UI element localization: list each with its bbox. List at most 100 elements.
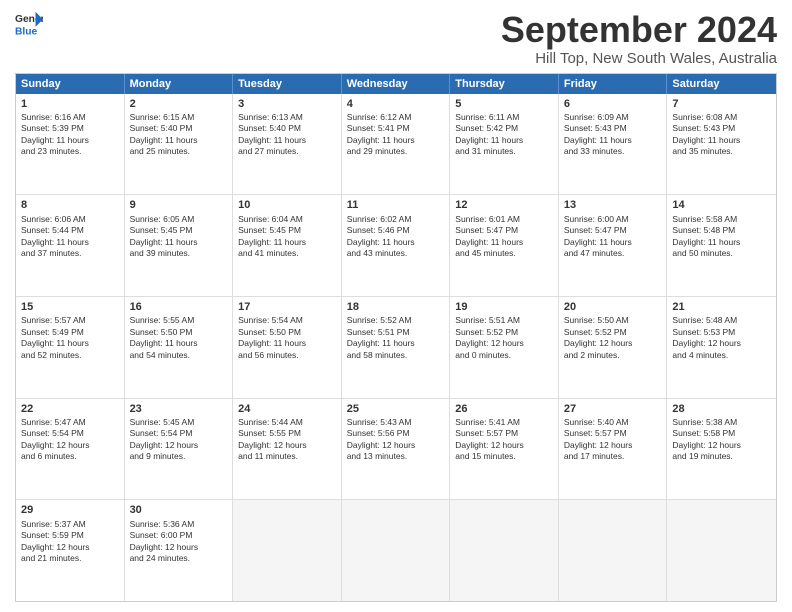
- day-cell-27: 27Sunrise: 5:40 AM Sunset: 5:57 PM Dayli…: [559, 399, 668, 500]
- day-cell-14: 14Sunrise: 5:58 AM Sunset: 5:48 PM Dayli…: [667, 195, 776, 296]
- day-number: 26: [455, 402, 553, 416]
- day-info: Sunrise: 5:52 AM Sunset: 5:51 PM Dayligh…: [347, 315, 445, 361]
- day-number: 18: [347, 300, 445, 314]
- day-cell-19: 19Sunrise: 5:51 AM Sunset: 5:52 PM Dayli…: [450, 297, 559, 398]
- header-cell-monday: Monday: [125, 74, 234, 94]
- day-info: Sunrise: 6:06 AM Sunset: 5:44 PM Dayligh…: [21, 214, 119, 260]
- header-cell-sunday: Sunday: [16, 74, 125, 94]
- page-header: General Blue September 2024 Hill Top, Ne…: [15, 10, 777, 67]
- month-title: September 2024: [501, 10, 777, 50]
- day-cell-4: 4Sunrise: 6:12 AM Sunset: 5:41 PM Daylig…: [342, 94, 451, 195]
- day-cell-8: 8 Sunrise: 6:06 AM Sunset: 5:44 PM Daylig…: [16, 195, 125, 296]
- day-info: Sunrise: 5:40 AM Sunset: 5:57 PM Dayligh…: [564, 417, 662, 463]
- day-number: 7: [672, 97, 771, 111]
- calendar-row-5: 29 Sunrise: 5:37 AM Sunset: 5:59 PM Dayli…: [16, 499, 776, 601]
- day-info: Sunrise: 5:47 AM Sunset: 5:54 PM Dayligh…: [21, 417, 119, 463]
- svg-text:Blue: Blue: [15, 26, 38, 37]
- day-info: Sunrise: 6:00 AM Sunset: 5:47 PM Dayligh…: [564, 214, 662, 260]
- day-number: 4: [347, 97, 445, 111]
- day-cell-13: 13 Sunrise: 6:00 AM Sunset: 5:47 PM Dayli…: [559, 195, 668, 296]
- empty-cell: [667, 500, 776, 601]
- calendar-body: 1Sunrise: 6:16 AM Sunset: 5:39 PM Daylig…: [16, 94, 776, 601]
- day-info: Sunrise: 6:15 AM Sunset: 5:40 PM Dayligh…: [130, 112, 228, 158]
- day-info: Sunrise: 5:41 AM Sunset: 5:57 PM Dayligh…: [455, 417, 553, 463]
- day-info: Sunrise: 5:57 AM Sunset: 5:49 PM Dayligh…: [21, 315, 119, 361]
- calendar-row-1: 1Sunrise: 6:16 AM Sunset: 5:39 PM Daylig…: [16, 94, 776, 195]
- day-cell-24: 24Sunrise: 5:44 AM Sunset: 5:55 PM Dayli…: [233, 399, 342, 500]
- day-number: 5: [455, 97, 553, 111]
- day-cell-23: 23Sunrise: 5:45 AM Sunset: 5:54 PM Dayli…: [125, 399, 234, 500]
- calendar-header: SundayMondayTuesdayWednesdayThursdayFrid…: [16, 74, 776, 94]
- header-cell-thursday: Thursday: [450, 74, 559, 94]
- day-cell-16: 16Sunrise: 5:55 AM Sunset: 5:50 PM Dayli…: [125, 297, 234, 398]
- day-cell-1: 1Sunrise: 6:16 AM Sunset: 5:39 PM Daylig…: [16, 94, 125, 195]
- calendar-row-2: 8 Sunrise: 6:06 AM Sunset: 5:44 PM Daylig…: [16, 194, 776, 296]
- day-info: Sunrise: 5:38 AM Sunset: 5:58 PM Dayligh…: [672, 417, 771, 463]
- day-info: Sunrise: 5:37 AM Sunset: 5:59 PM Dayligh…: [21, 519, 119, 565]
- day-cell-7: 7Sunrise: 6:08 AM Sunset: 5:43 PM Daylig…: [667, 94, 776, 195]
- day-cell-25: 25Sunrise: 5:43 AM Sunset: 5:56 PM Dayli…: [342, 399, 451, 500]
- empty-cell: [559, 500, 668, 601]
- calendar-row-3: 15Sunrise: 5:57 AM Sunset: 5:49 PM Dayli…: [16, 296, 776, 398]
- day-info: Sunrise: 5:36 AM Sunset: 6:00 PM Dayligh…: [130, 519, 228, 565]
- day-number: 2: [130, 97, 228, 111]
- day-info: Sunrise: 6:09 AM Sunset: 5:43 PM Dayligh…: [564, 112, 662, 158]
- day-cell-9: 9Sunrise: 6:05 AM Sunset: 5:45 PM Daylig…: [125, 195, 234, 296]
- empty-cell: [342, 500, 451, 601]
- day-info: Sunrise: 6:05 AM Sunset: 5:45 PM Dayligh…: [130, 214, 228, 260]
- day-number: 11: [347, 198, 445, 212]
- day-cell-15: 15Sunrise: 5:57 AM Sunset: 5:49 PM Dayli…: [16, 297, 125, 398]
- calendar-row-4: 22Sunrise: 5:47 AM Sunset: 5:54 PM Dayli…: [16, 398, 776, 500]
- day-cell-2: 2Sunrise: 6:15 AM Sunset: 5:40 PM Daylig…: [125, 94, 234, 195]
- day-cell-18: 18Sunrise: 5:52 AM Sunset: 5:51 PM Dayli…: [342, 297, 451, 398]
- empty-cell: [233, 500, 342, 601]
- day-number: 30: [130, 503, 228, 517]
- day-number: 3: [238, 97, 336, 111]
- day-info: Sunrise: 5:58 AM Sunset: 5:48 PM Dayligh…: [672, 214, 771, 260]
- day-number: 23: [130, 402, 228, 416]
- day-number: 22: [21, 402, 119, 416]
- logo-icon: General Blue: [15, 10, 43, 38]
- day-cell-12: 12 Sunrise: 6:01 AM Sunset: 5:47 PM Dayli…: [450, 195, 559, 296]
- day-number: 19: [455, 300, 553, 314]
- header-cell-tuesday: Tuesday: [233, 74, 342, 94]
- day-number: 12: [455, 198, 553, 212]
- day-number: 13: [564, 198, 662, 212]
- day-number: 17: [238, 300, 336, 314]
- day-cell-28: 28Sunrise: 5:38 AM Sunset: 5:58 PM Dayli…: [667, 399, 776, 500]
- day-number: 8: [21, 198, 119, 212]
- day-info: Sunrise: 6:12 AM Sunset: 5:41 PM Dayligh…: [347, 112, 445, 158]
- day-cell-22: 22Sunrise: 5:47 AM Sunset: 5:54 PM Dayli…: [16, 399, 125, 500]
- day-number: 1: [21, 97, 119, 111]
- day-cell-11: 11 Sunrise: 6:02 AM Sunset: 5:46 PM Dayli…: [342, 195, 451, 296]
- day-info: Sunrise: 5:50 AM Sunset: 5:52 PM Dayligh…: [564, 315, 662, 361]
- day-number: 10: [238, 198, 336, 212]
- day-info: Sunrise: 6:13 AM Sunset: 5:40 PM Dayligh…: [238, 112, 336, 158]
- day-cell-30: 30 Sunrise: 5:36 AM Sunset: 6:00 PM Dayli…: [125, 500, 234, 601]
- day-number: 20: [564, 300, 662, 314]
- day-info: Sunrise: 6:01 AM Sunset: 5:47 PM Dayligh…: [455, 214, 553, 260]
- day-info: Sunrise: 5:51 AM Sunset: 5:52 PM Dayligh…: [455, 315, 553, 361]
- day-number: 6: [564, 97, 662, 111]
- day-cell-26: 26Sunrise: 5:41 AM Sunset: 5:57 PM Dayli…: [450, 399, 559, 500]
- day-number: 15: [21, 300, 119, 314]
- title-block: September 2024 Hill Top, New South Wales…: [501, 10, 777, 67]
- day-info: Sunrise: 5:55 AM Sunset: 5:50 PM Dayligh…: [130, 315, 228, 361]
- day-number: 25: [347, 402, 445, 416]
- day-number: 29: [21, 503, 119, 517]
- day-info: Sunrise: 5:44 AM Sunset: 5:55 PM Dayligh…: [238, 417, 336, 463]
- day-info: Sunrise: 5:43 AM Sunset: 5:56 PM Dayligh…: [347, 417, 445, 463]
- day-info: Sunrise: 5:48 AM Sunset: 5:53 PM Dayligh…: [672, 315, 771, 361]
- day-number: 21: [672, 300, 771, 314]
- day-number: 24: [238, 402, 336, 416]
- day-info: Sunrise: 6:02 AM Sunset: 5:46 PM Dayligh…: [347, 214, 445, 260]
- header-cell-friday: Friday: [559, 74, 668, 94]
- day-number: 27: [564, 402, 662, 416]
- day-number: 28: [672, 402, 771, 416]
- day-info: Sunrise: 6:08 AM Sunset: 5:43 PM Dayligh…: [672, 112, 771, 158]
- empty-cell: [450, 500, 559, 601]
- day-cell-5: 5Sunrise: 6:11 AM Sunset: 5:42 PM Daylig…: [450, 94, 559, 195]
- location: Hill Top, New South Wales, Australia: [501, 50, 777, 67]
- logo: General Blue: [15, 10, 43, 38]
- day-cell-29: 29 Sunrise: 5:37 AM Sunset: 5:59 PM Dayli…: [16, 500, 125, 601]
